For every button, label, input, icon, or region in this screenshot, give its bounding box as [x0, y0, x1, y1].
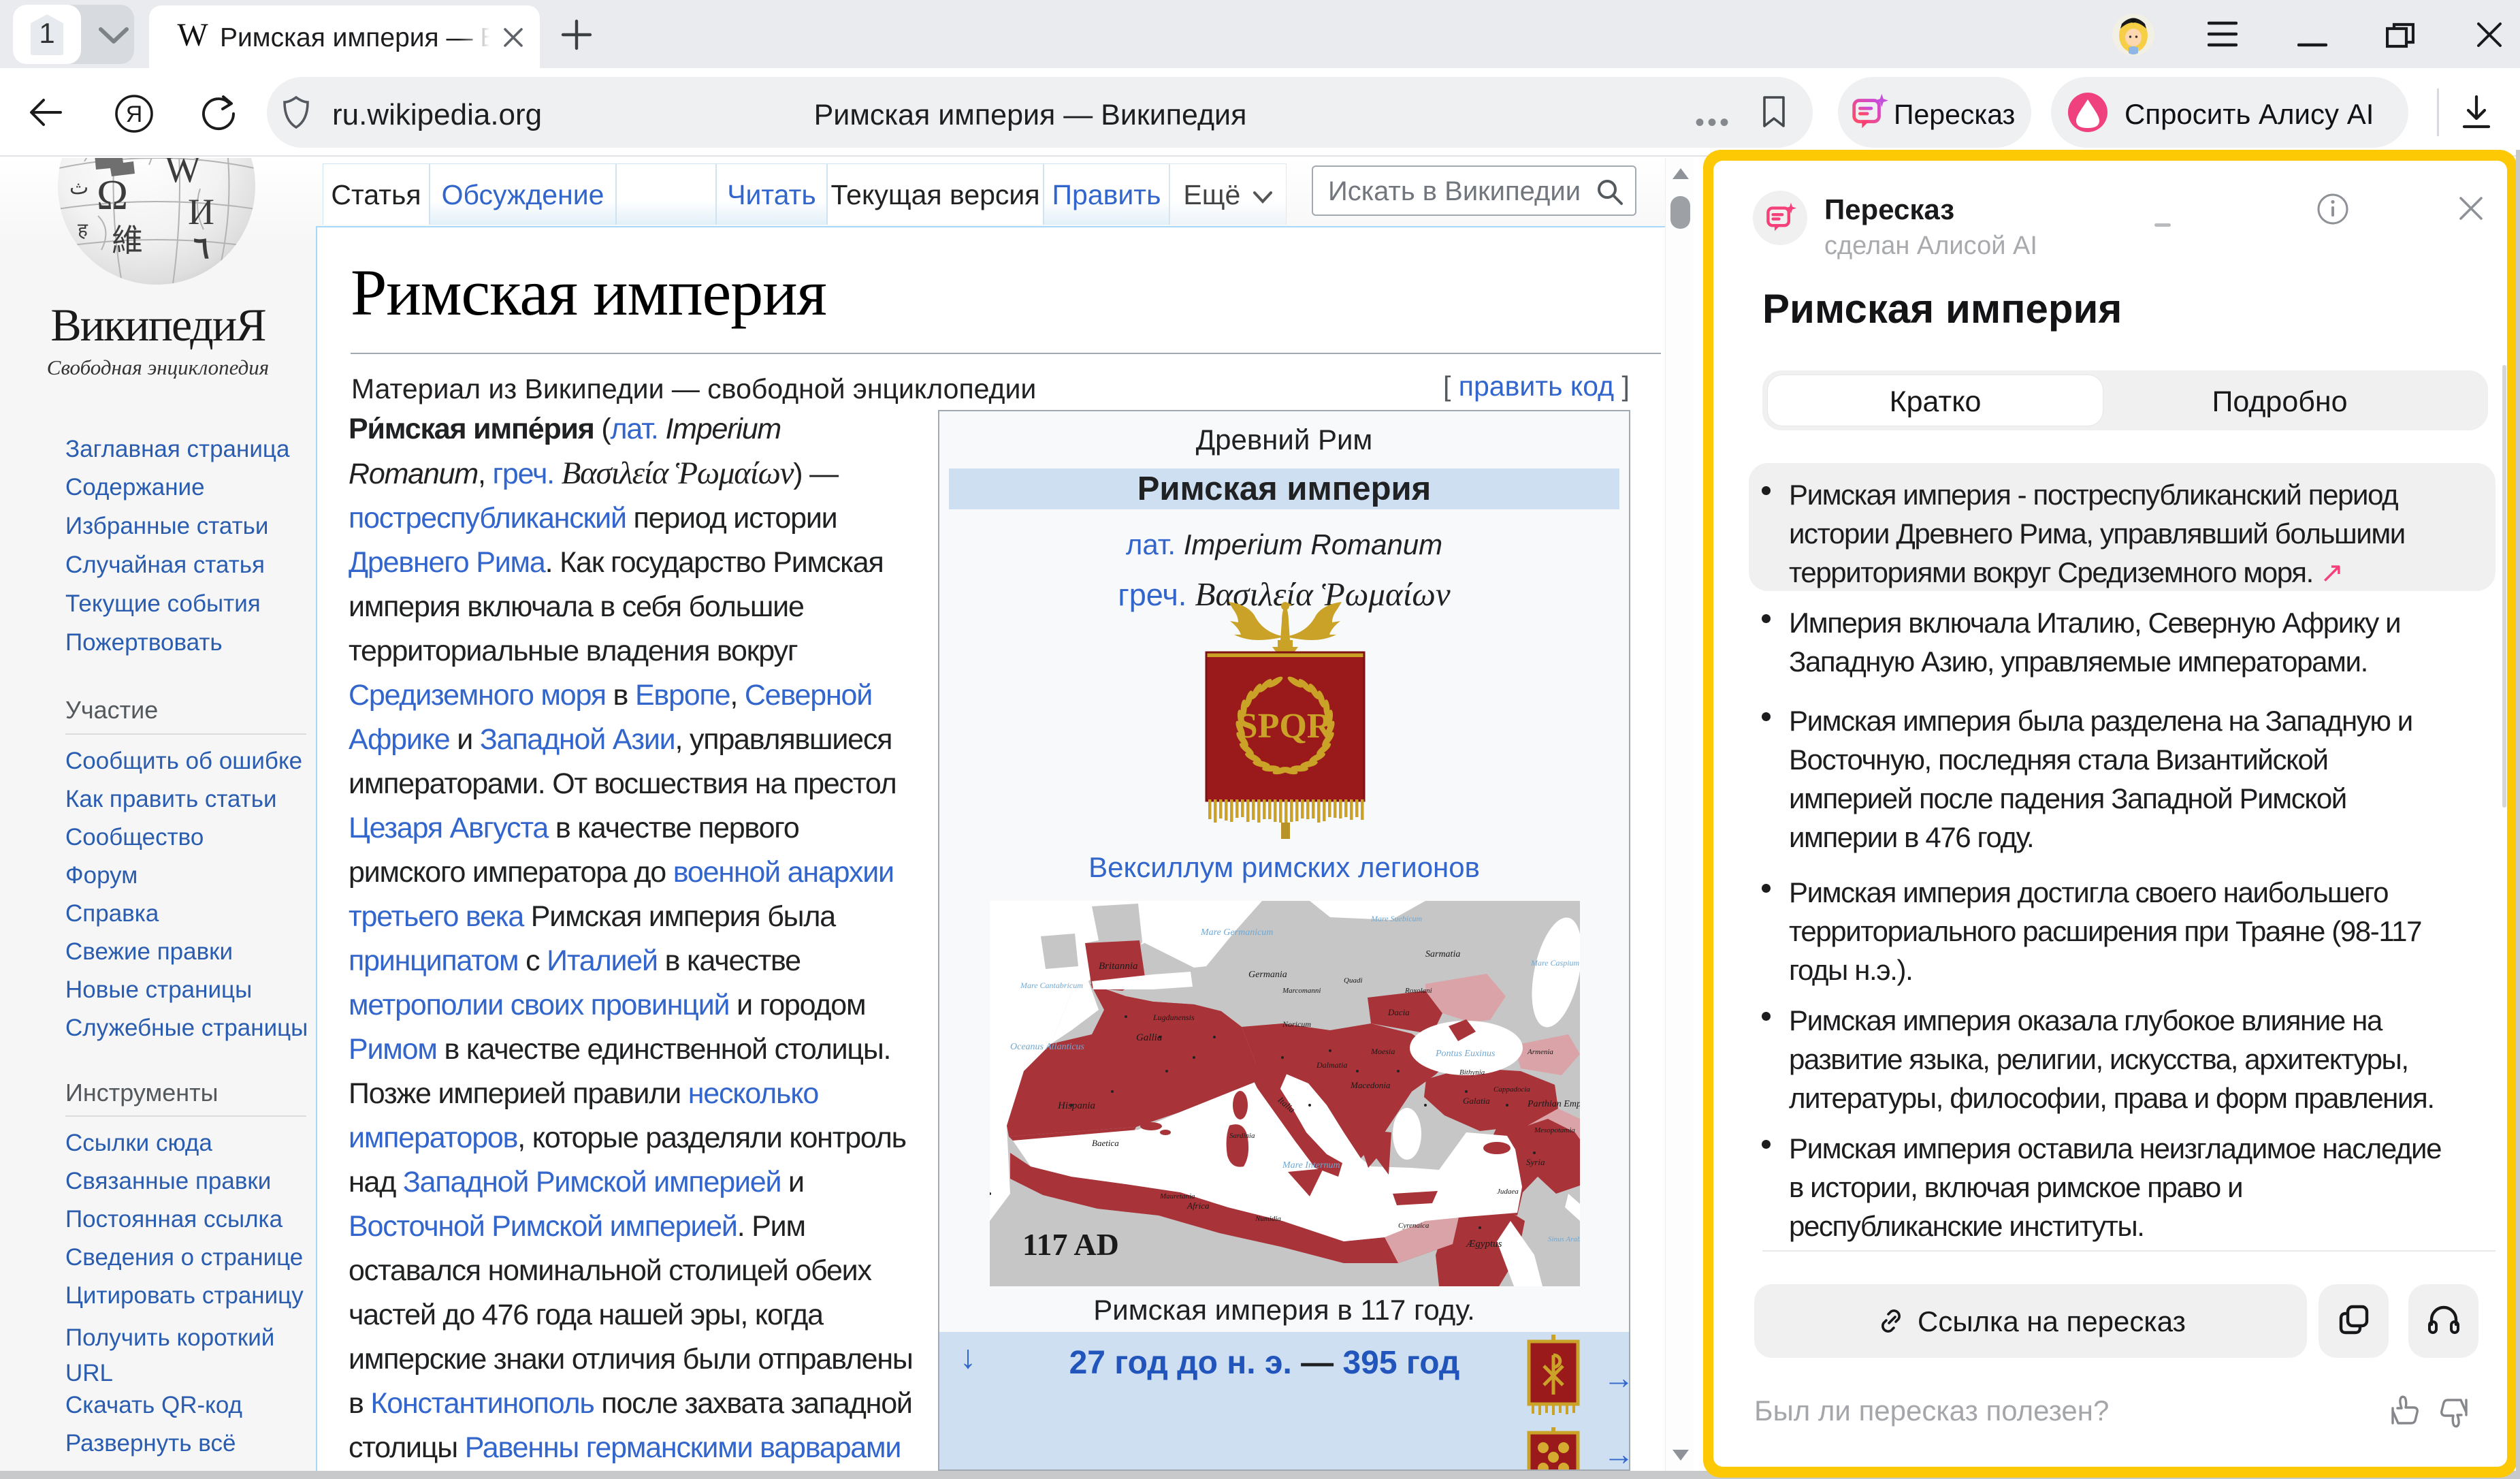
svg-text:Africa: Africa — [1186, 1200, 1210, 1211]
svg-text:Bithynia: Bithynia — [1459, 1068, 1485, 1077]
svg-text:維: 維 — [112, 223, 143, 258]
svg-text:٦: ٦ — [193, 232, 210, 265]
svg-text:SPQR: SPQR — [1238, 707, 1334, 746]
svg-text:Macedonia: Macedonia — [1350, 1080, 1391, 1090]
svg-text:Sarmatia: Sarmatia — [1425, 949, 1460, 959]
svg-text:Britannia: Britannia — [1099, 961, 1138, 972]
svg-text:Mare Cantabricum: Mare Cantabricum — [1020, 981, 1083, 990]
svg-text:Lugdunensis: Lugdunensis — [1152, 1013, 1195, 1022]
svg-text:Baetica: Baetica — [1092, 1138, 1119, 1148]
svg-text:Ægyptus: Ægyptus — [1465, 1239, 1502, 1250]
svg-text:Mesopotamia: Mesopotamia — [1534, 1126, 1575, 1134]
svg-text:Sardinia: Sardinia — [1229, 1132, 1255, 1140]
svg-text:ث: ث — [69, 176, 88, 199]
svg-text:Moesia: Moesia — [1370, 1047, 1395, 1056]
svg-text:Gallia: Gallia — [1136, 1032, 1162, 1043]
svg-text:Numidia: Numidia — [1255, 1215, 1281, 1223]
svg-text:Noricum: Noricum — [1282, 1019, 1311, 1029]
svg-text:Mare Caspium: Mare Caspium — [1530, 958, 1580, 968]
svg-text:Armenia: Armenia — [1527, 1048, 1553, 1056]
svg-text:Dalmatia: Dalmatia — [1316, 1060, 1347, 1070]
svg-text:Judaea: Judaea — [1497, 1188, 1519, 1196]
svg-text:Quadi: Quadi — [1344, 976, 1363, 985]
svg-text:Germania: Germania — [1248, 970, 1287, 980]
svg-text:W: W — [165, 158, 201, 191]
svg-text:Mauretania: Mauretania — [1159, 1192, 1195, 1200]
svg-text:117 AD: 117 AD — [1022, 1227, 1119, 1262]
svg-text:Я: Я — [126, 101, 143, 127]
svg-text:Ω: Ω — [97, 172, 128, 219]
svg-text:Galatia: Galatia — [1463, 1096, 1490, 1106]
svg-text:И: И — [188, 191, 214, 232]
svg-text:ह: ह — [78, 220, 88, 241]
svg-text:Roxolani: Roxolani — [1404, 987, 1432, 995]
svg-text:Syria: Syria — [1526, 1157, 1545, 1167]
svg-text:Mare Internum: Mare Internum — [1282, 1160, 1340, 1171]
svg-text:Oceanus Atlanticus: Oceanus Atlanticus — [1010, 1042, 1085, 1052]
svg-text:Marcomanni: Marcomanni — [1282, 987, 1321, 995]
svg-text:Sinus Arabicus: Sinus Arabicus — [1548, 1235, 1580, 1243]
svg-text:Cappadocia: Cappadocia — [1493, 1085, 1530, 1094]
svg-text:Hispania: Hispania — [1057, 1100, 1095, 1111]
svg-text:Mare Germanicum: Mare Germanicum — [1200, 927, 1273, 938]
svg-text:Mare Suebicum: Mare Suebicum — [1370, 914, 1423, 923]
svg-text:Parthian Empire: Parthian Empire — [1527, 1099, 1580, 1109]
svg-text:Cyrenaica: Cyrenaica — [1398, 1222, 1429, 1230]
svg-text:Dacia: Dacia — [1387, 1007, 1410, 1017]
svg-text:Pontus Euxinus: Pontus Euxinus — [1435, 1049, 1496, 1059]
